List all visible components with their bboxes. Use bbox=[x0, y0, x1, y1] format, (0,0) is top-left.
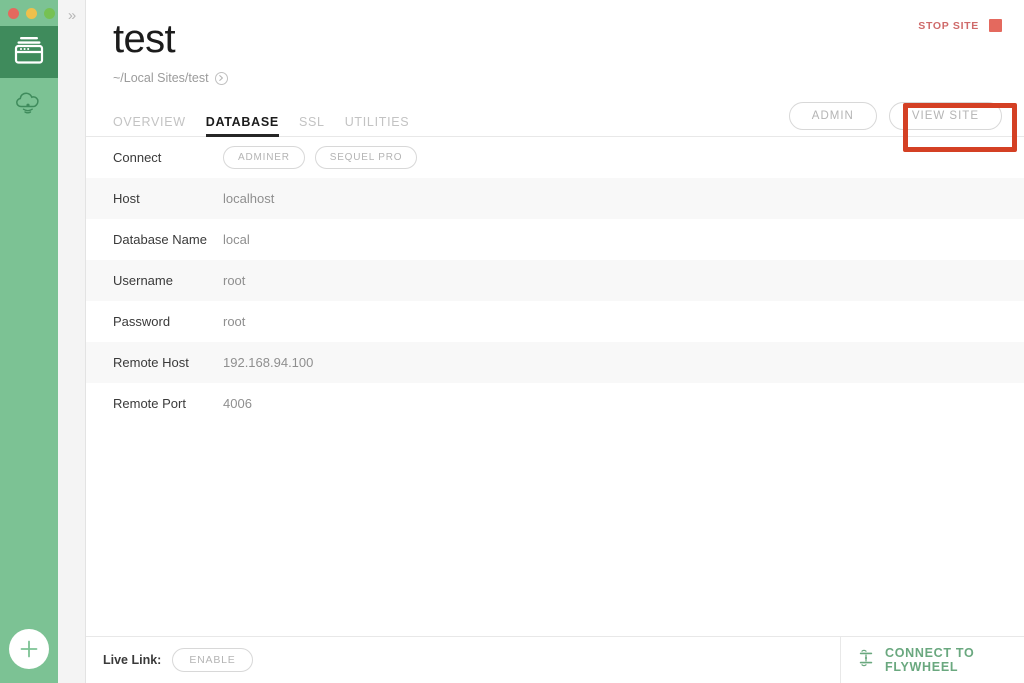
left-rail bbox=[0, 0, 58, 683]
live-link-label: Live Link: bbox=[103, 653, 162, 667]
zoom-button[interactable] bbox=[44, 7, 55, 19]
table-row-username: Username root bbox=[86, 260, 1024, 301]
table-row-host: Host localhost bbox=[86, 178, 1024, 219]
main-content: test ~/Local Sites/test STOP SITE OVERVI… bbox=[86, 0, 1024, 683]
app-window: » test ~/Local Sites/test STOP SITE OVER… bbox=[0, 0, 1024, 683]
row-label-remote-host: Remote Host bbox=[113, 355, 189, 370]
row-value-username: root bbox=[223, 273, 246, 288]
sites-icon bbox=[12, 35, 46, 70]
minimize-button[interactable] bbox=[26, 7, 37, 19]
flywheel-transfer-icon bbox=[858, 646, 874, 675]
site-header: test ~/Local Sites/test STOP SITE bbox=[86, 0, 1024, 85]
add-site-button[interactable] bbox=[9, 629, 49, 669]
admin-button[interactable]: ADMIN bbox=[788, 102, 877, 130]
table-row-database-name: Database Name local bbox=[86, 219, 1024, 260]
chevron-double-right-icon[interactable]: » bbox=[62, 5, 82, 25]
table-row-connect: Connect ADMINER SEQUEL PRO bbox=[86, 137, 1024, 178]
site-path-row: ~/Local Sites/test bbox=[113, 71, 998, 85]
tab-ssl[interactable]: SSL bbox=[299, 115, 325, 136]
page-title: test bbox=[113, 17, 176, 61]
table-row-password: Password root bbox=[86, 301, 1024, 342]
stop-site-button[interactable]: STOP SITE bbox=[918, 19, 1002, 32]
tabs: OVERVIEW DATABASE SSL UTILITIES bbox=[113, 99, 410, 137]
sequel-pro-button[interactable]: SEQUEL PRO bbox=[314, 146, 418, 169]
tab-utilities[interactable]: UTILITIES bbox=[345, 115, 410, 136]
row-value-host: localhost bbox=[223, 191, 275, 206]
database-details-table: Connect ADMINER SEQUEL PRO Host localhos… bbox=[86, 137, 1024, 636]
row-label-password: Password bbox=[113, 314, 171, 329]
row-label-database-name: Database Name bbox=[113, 232, 207, 247]
row-label-connect: Connect bbox=[113, 150, 162, 165]
chevron-right-circle-icon[interactable] bbox=[214, 71, 228, 85]
live-link-enable-button[interactable]: ENABLE bbox=[172, 648, 253, 672]
tab-bar: OVERVIEW DATABASE SSL UTILITIES ADMIN VI… bbox=[86, 99, 1024, 137]
flywheel-label: CONNECT TO FLYWHEEL bbox=[885, 646, 975, 674]
stop-site-label: STOP SITE bbox=[918, 19, 979, 32]
connect-to-flywheel-button[interactable]: CONNECT TO FLYWHEEL bbox=[841, 637, 1024, 683]
row-value-password: root bbox=[223, 314, 246, 329]
header-actions: ADMIN VIEW SITE bbox=[788, 102, 1002, 136]
adminer-button[interactable]: ADMINER bbox=[223, 146, 305, 169]
tab-database[interactable]: DATABASE bbox=[205, 115, 280, 137]
stop-square-icon bbox=[989, 19, 1002, 32]
rail-item-sites[interactable] bbox=[0, 26, 58, 78]
row-label-username: Username bbox=[113, 273, 173, 288]
connect-buttons: ADMINER SEQUEL PRO bbox=[223, 146, 418, 169]
collapsed-sites-panel: » bbox=[58, 0, 86, 683]
view-site-button[interactable]: VIEW SITE bbox=[888, 102, 1002, 130]
site-path: ~/Local Sites/test bbox=[113, 71, 209, 85]
plus-icon bbox=[17, 637, 41, 661]
row-label-remote-port: Remote Port bbox=[113, 396, 186, 411]
footer-bar: Live Link: ENABLE CONNECT TO FLYWHEEL bbox=[86, 636, 1024, 683]
rail-item-cloud[interactable] bbox=[0, 78, 58, 130]
row-value-database-name: local bbox=[223, 232, 250, 247]
tab-overview[interactable]: OVERVIEW bbox=[113, 115, 186, 136]
row-value-remote-port: 4006 bbox=[223, 396, 252, 411]
cloud-icon bbox=[12, 87, 46, 122]
table-row-remote-port: Remote Port 4006 bbox=[86, 383, 1024, 424]
window-traffic-lights bbox=[0, 0, 58, 26]
close-button[interactable] bbox=[8, 7, 19, 19]
row-label-host: Host bbox=[113, 191, 140, 206]
row-value-remote-host: 192.168.94.100 bbox=[223, 355, 314, 370]
table-row-remote-host: Remote Host 192.168.94.100 bbox=[86, 342, 1024, 383]
live-link-section: Live Link: ENABLE bbox=[86, 637, 841, 683]
